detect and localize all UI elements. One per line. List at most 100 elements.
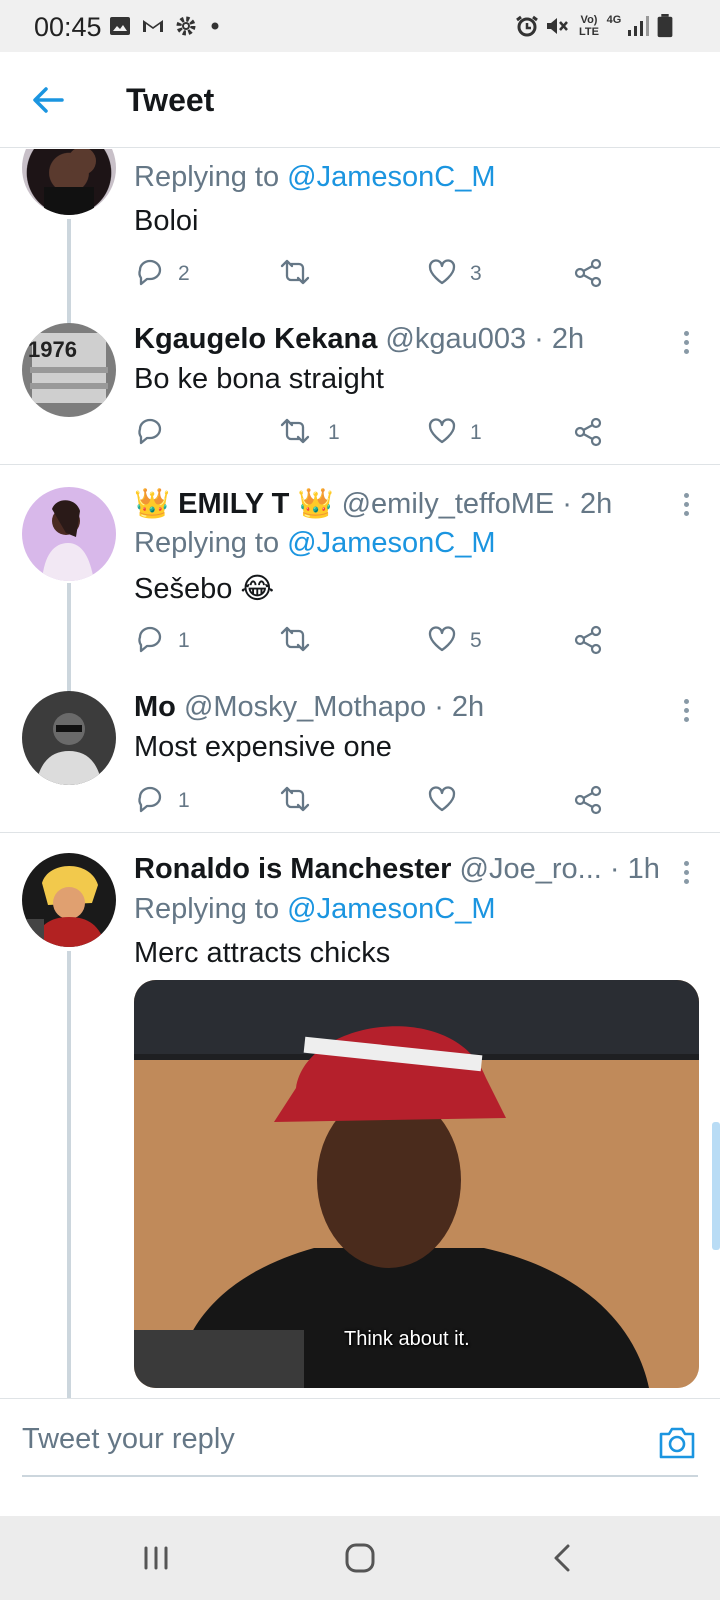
heart-icon — [428, 626, 456, 652]
author-name[interactable]: EMILY T — [178, 488, 289, 520]
status-bar: 00:45 Vo) LTE 4G — [0, 0, 720, 52]
tweet-media-image[interactable]: Think about it. — [134, 980, 699, 1388]
retweet-button[interactable] — [278, 256, 358, 290]
retweet-icon — [280, 259, 310, 285]
reply-button[interactable] — [134, 415, 214, 449]
reply-feed[interactable]: Replying to @JamesonC_M Boloi 2 3 1976 K… — [0, 149, 720, 1398]
divider — [0, 832, 720, 833]
more-options-icon[interactable] — [676, 491, 696, 519]
more-options-icon[interactable] — [676, 329, 696, 357]
home-icon[interactable] — [330, 1536, 390, 1580]
network-type: 4G — [606, 14, 622, 26]
retweet-button[interactable] — [278, 783, 358, 817]
reply-button[interactable]: 1 — [134, 783, 214, 817]
gmail-icon — [143, 20, 163, 32]
share-icon[interactable] — [572, 623, 604, 657]
back-icon[interactable] — [532, 1536, 592, 1580]
recent-apps-icon[interactable] — [126, 1536, 186, 1580]
retweet-icon — [280, 786, 310, 812]
reply-count: 1 — [178, 629, 190, 652]
reply-count: 1 — [178, 789, 190, 812]
status-time: 00:45 — [34, 12, 102, 42]
heart-icon — [428, 786, 456, 812]
gear-icon — [176, 16, 196, 36]
reply-button[interactable]: 2 — [134, 256, 214, 290]
avatar[interactable] — [22, 853, 116, 947]
scrollbar-thumb[interactable] — [712, 1122, 720, 1250]
reply-button[interactable]: 1 — [134, 623, 214, 657]
media-caption: Think about it. — [344, 1328, 470, 1350]
thread-line — [67, 583, 71, 695]
like-count: 1 — [470, 421, 482, 444]
thread-line — [67, 219, 71, 325]
divider — [0, 464, 720, 465]
more-options-icon[interactable] — [676, 697, 696, 725]
reply-icon — [138, 418, 162, 445]
svg-text:1976: 1976 — [28, 337, 77, 362]
mute-icon — [547, 18, 568, 34]
crown-emoji: 👑 — [297, 488, 334, 520]
retweet-icon — [280, 418, 310, 444]
tweet-text: Bo ke bona straight — [134, 363, 384, 395]
author-meta: @kgau003 · 2h — [385, 323, 585, 355]
input-underline — [22, 1475, 698, 1477]
page-title: Tweet — [126, 82, 215, 118]
reply-icon — [138, 259, 162, 286]
author-meta: @Joe_ro... · 1h — [459, 853, 660, 885]
reply-icon — [138, 786, 162, 813]
avatar[interactable] — [22, 149, 116, 215]
like-button[interactable] — [426, 783, 506, 817]
replying-to: Replying to @JamesonC_M — [134, 161, 496, 194]
tweet-author-line: Mo @Mosky_Mothapo · 2h — [134, 691, 484, 724]
reply-input[interactable] — [22, 1423, 642, 1456]
tweet-author-line: Ronaldo is Manchester @Joe_ro... · 1h — [134, 853, 660, 886]
retweet-button[interactable]: 1 — [278, 415, 358, 449]
tweet-author-line: 👑 EMILY T 👑 @emily_teffoME · 2h — [134, 487, 612, 521]
more-options-icon[interactable] — [676, 859, 696, 887]
thread-line — [67, 951, 71, 1398]
retweet-count: 1 — [328, 421, 340, 444]
mention-link[interactable]: @JamesonC_M — [287, 161, 495, 193]
crown-emoji: 👑 — [134, 488, 171, 520]
author-name[interactable]: Mo — [134, 691, 176, 723]
tweet-text: Most expensive one — [134, 731, 392, 763]
tweet-text: Merc attracts chicks — [134, 937, 391, 969]
like-button[interactable]: 5 — [426, 623, 506, 657]
author-name[interactable]: Ronaldo is Manchester — [134, 853, 451, 885]
reply-icon — [138, 626, 162, 653]
camera-icon[interactable] — [657, 1423, 697, 1461]
share-icon[interactable] — [572, 415, 604, 449]
reply-composer — [0, 1398, 720, 1486]
media-illustration — [134, 980, 699, 1388]
share-icon[interactable] — [572, 783, 604, 817]
avatar[interactable] — [22, 691, 116, 785]
system-nav-bar — [0, 1516, 720, 1600]
heart-icon — [428, 259, 456, 285]
replying-prefix: Replying to — [134, 527, 288, 559]
like-count: 5 — [470, 629, 482, 652]
mention-link[interactable]: @JamesonC_M — [287, 893, 495, 925]
heart-icon — [428, 418, 456, 444]
avatar[interactable] — [22, 487, 116, 581]
author-meta: @emily_teffoME · 2h — [341, 488, 613, 520]
tweet-text: Boloi — [134, 205, 199, 237]
share-icon[interactable] — [572, 256, 604, 290]
like-button[interactable]: 1 — [426, 415, 506, 449]
replying-prefix: Replying to — [134, 893, 288, 925]
author-meta: @Mosky_Mothapo · 2h — [183, 691, 485, 723]
battery-icon — [657, 14, 673, 38]
arrow-left-icon[interactable] — [28, 82, 68, 118]
like-button[interactable]: 3 — [426, 256, 506, 290]
retweet-icon — [280, 626, 310, 652]
like-count: 3 — [470, 262, 482, 285]
retweet-button[interactable] — [278, 623, 358, 657]
author-name[interactable]: Kgaugelo Kekana — [134, 323, 377, 355]
replying-to: Replying to @JamesonC_M — [134, 893, 496, 926]
mention-link[interactable]: @JamesonC_M — [287, 527, 495, 559]
volte-bottom: LTE — [579, 26, 599, 38]
reply-count: 2 — [178, 262, 190, 285]
alarm-icon — [516, 15, 538, 37]
avatar[interactable]: 1976 — [22, 323, 116, 417]
tweet-text: Sešebo 😂 — [134, 573, 275, 605]
tweet-author-line: Kgaugelo Kekana @kgau003 · 2h — [134, 323, 584, 356]
